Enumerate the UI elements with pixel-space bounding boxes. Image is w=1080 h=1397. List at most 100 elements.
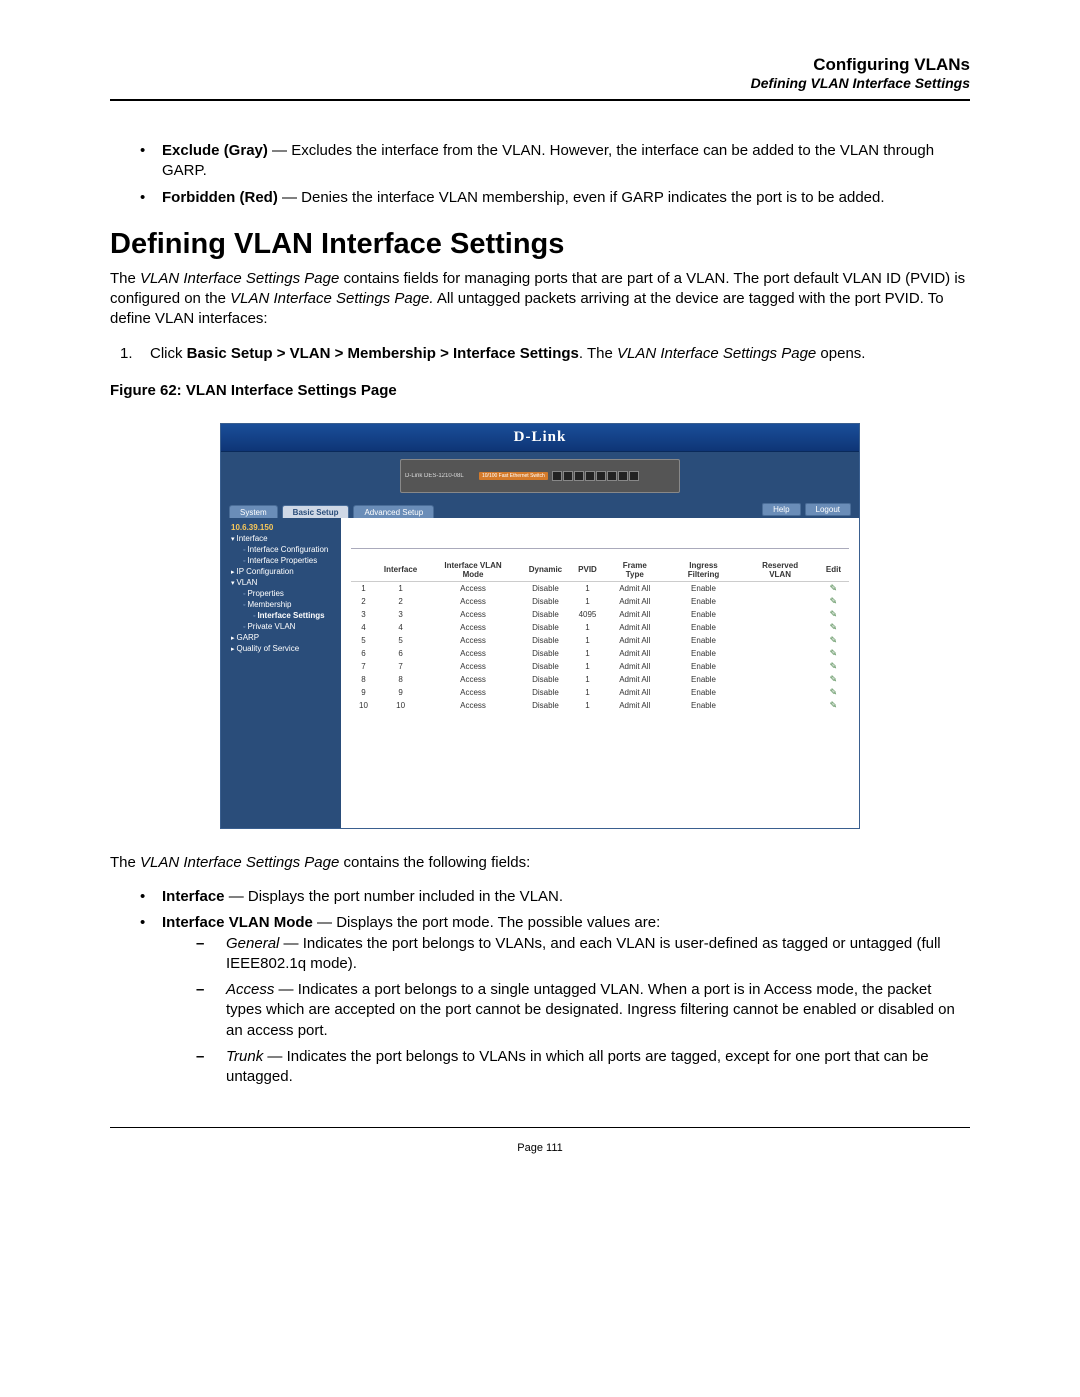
table-cell	[742, 634, 818, 647]
port-icon	[629, 471, 639, 481]
edit-pencil-icon[interactable]: ✎	[830, 648, 838, 658]
table-cell: 1	[351, 581, 376, 595]
text: — Indicates the port belongs to VLANs, a…	[226, 935, 941, 972]
table-cell: ✎	[818, 647, 849, 660]
edit-pencil-icon[interactable]: ✎	[830, 635, 838, 645]
sidebar-item[interactable]: Membership	[221, 599, 341, 610]
italic-text: VLAN Interface Settings Page	[140, 270, 339, 287]
sidebar-nav: 10.6.39.150 InterfaceInterface Configura…	[221, 518, 341, 828]
edit-pencil-icon[interactable]: ✎	[830, 674, 838, 684]
sidebar-item[interactable]: Private VLAN	[221, 621, 341, 632]
table-cell: Enable	[665, 660, 743, 673]
step-list: 1. Click Basic Setup > VLAN > Membership…	[110, 344, 970, 364]
table-cell: 8	[376, 673, 425, 686]
table-cell: Disable	[521, 686, 570, 699]
table-cell: Enable	[665, 581, 743, 595]
table-cell: 1	[570, 686, 605, 699]
text: The	[110, 854, 140, 871]
column-header	[351, 559, 376, 582]
sidebar-item[interactable]: Interface Properties	[221, 555, 341, 566]
table-cell: Admit All	[605, 686, 665, 699]
text: The	[110, 270, 140, 287]
table-row: 77AccessDisable1Admit AllEnable✎	[351, 660, 849, 673]
table-cell: ✎	[818, 595, 849, 608]
table-cell: Enable	[665, 647, 743, 660]
bullet-vlan-mode: Interface VLAN Mode — Displays the port …	[140, 913, 970, 1087]
table-cell: Access	[425, 647, 521, 660]
table-cell	[742, 621, 818, 634]
table-row: 22AccessDisable1Admit AllEnable✎	[351, 595, 849, 608]
text: — Indicates a port belongs to a single u…	[226, 981, 955, 1039]
edit-pencil-icon[interactable]: ✎	[830, 622, 838, 632]
column-header: Edit	[818, 559, 849, 582]
logout-button[interactable]: Logout	[805, 503, 851, 516]
tab-advanced-setup[interactable]: Advanced Setup	[353, 505, 434, 518]
dash-general: General — Indicates the port belongs to …	[196, 934, 970, 975]
table-cell: ✎	[818, 699, 849, 712]
sidebar-item[interactable]: Quality of Service	[221, 643, 341, 654]
italic-text: Trunk	[226, 1048, 263, 1065]
table-cell	[742, 660, 818, 673]
table-cell: Disable	[521, 660, 570, 673]
tab-system[interactable]: System	[229, 505, 278, 518]
table-cell: Admit All	[605, 647, 665, 660]
tab-basic-setup[interactable]: Basic Setup	[282, 505, 350, 518]
table-cell: Disable	[521, 621, 570, 634]
table-cell: Disable	[521, 673, 570, 686]
table-cell	[742, 686, 818, 699]
table-cell: ✎	[818, 581, 849, 595]
sidebar-item[interactable]: Interface Settings	[221, 610, 341, 621]
table-cell: Access	[425, 634, 521, 647]
sidebar-ip-address[interactable]: 10.6.39.150	[221, 522, 341, 533]
bullet-text: — Denies the interface VLAN membership, …	[278, 189, 885, 206]
sidebar-item[interactable]: IP Configuration	[221, 566, 341, 577]
table-cell: Enable	[665, 699, 743, 712]
edit-pencil-icon[interactable]: ✎	[830, 609, 838, 619]
table-row: 11AccessDisable1Admit AllEnable✎	[351, 581, 849, 595]
help-button[interactable]: Help	[762, 503, 800, 516]
table-cell: 9	[351, 686, 376, 699]
port-icon	[585, 471, 595, 481]
sidebar-item[interactable]: VLAN	[221, 577, 341, 588]
port-icon	[563, 471, 573, 481]
top-bullet-list: Exclude (Gray) — Excludes the interface …	[110, 141, 970, 208]
column-header: Frame Type	[605, 559, 665, 582]
table-cell	[742, 647, 818, 660]
table-cell: Admit All	[605, 660, 665, 673]
table-cell: Access	[425, 595, 521, 608]
edit-pencil-icon[interactable]: ✎	[830, 596, 838, 606]
sidebar-item[interactable]: Properties	[221, 588, 341, 599]
edit-pencil-icon[interactable]: ✎	[830, 583, 838, 593]
table-cell: Enable	[665, 595, 743, 608]
table-cell: 6	[351, 647, 376, 660]
text: opens.	[816, 345, 865, 362]
content-rule	[351, 548, 849, 549]
table-cell: Access	[425, 608, 521, 621]
vlan-interface-table: InterfaceInterface VLAN ModeDynamicPVIDF…	[351, 559, 849, 712]
table-cell: Disable	[521, 647, 570, 660]
table-cell	[742, 699, 818, 712]
table-cell: 1	[570, 634, 605, 647]
table-cell: 3	[351, 608, 376, 621]
italic-text: VLAN Interface Settings Page	[617, 345, 816, 362]
bold-label: Interface VLAN Mode	[162, 914, 313, 931]
port-badge: 10/100 Fast Ethernet Switch	[479, 472, 548, 480]
step-1: 1. Click Basic Setup > VLAN > Membership…	[120, 344, 970, 364]
table-row: 33AccessDisable4095Admit AllEnable✎	[351, 608, 849, 621]
column-header: Dynamic	[521, 559, 570, 582]
bold-label: Exclude (Gray)	[162, 142, 268, 159]
sidebar-item[interactable]: Interface Configuration	[221, 544, 341, 555]
header-rule	[110, 99, 970, 101]
sidebar-item[interactable]: Interface	[221, 533, 341, 544]
table-cell: Enable	[665, 608, 743, 621]
bold-label: Interface	[162, 888, 225, 905]
sidebar-item[interactable]: GARP	[221, 632, 341, 643]
dash-access: Access — Indicates a port belongs to a s…	[196, 980, 970, 1041]
dash-trunk: Trunk — Indicates the port belongs to VL…	[196, 1047, 970, 1088]
page-number: Page 111	[110, 1142, 970, 1154]
table-cell: ✎	[818, 608, 849, 621]
edit-pencil-icon[interactable]: ✎	[830, 700, 838, 710]
table-cell: 1	[570, 673, 605, 686]
edit-pencil-icon[interactable]: ✎	[830, 687, 838, 697]
edit-pencil-icon[interactable]: ✎	[830, 661, 838, 671]
